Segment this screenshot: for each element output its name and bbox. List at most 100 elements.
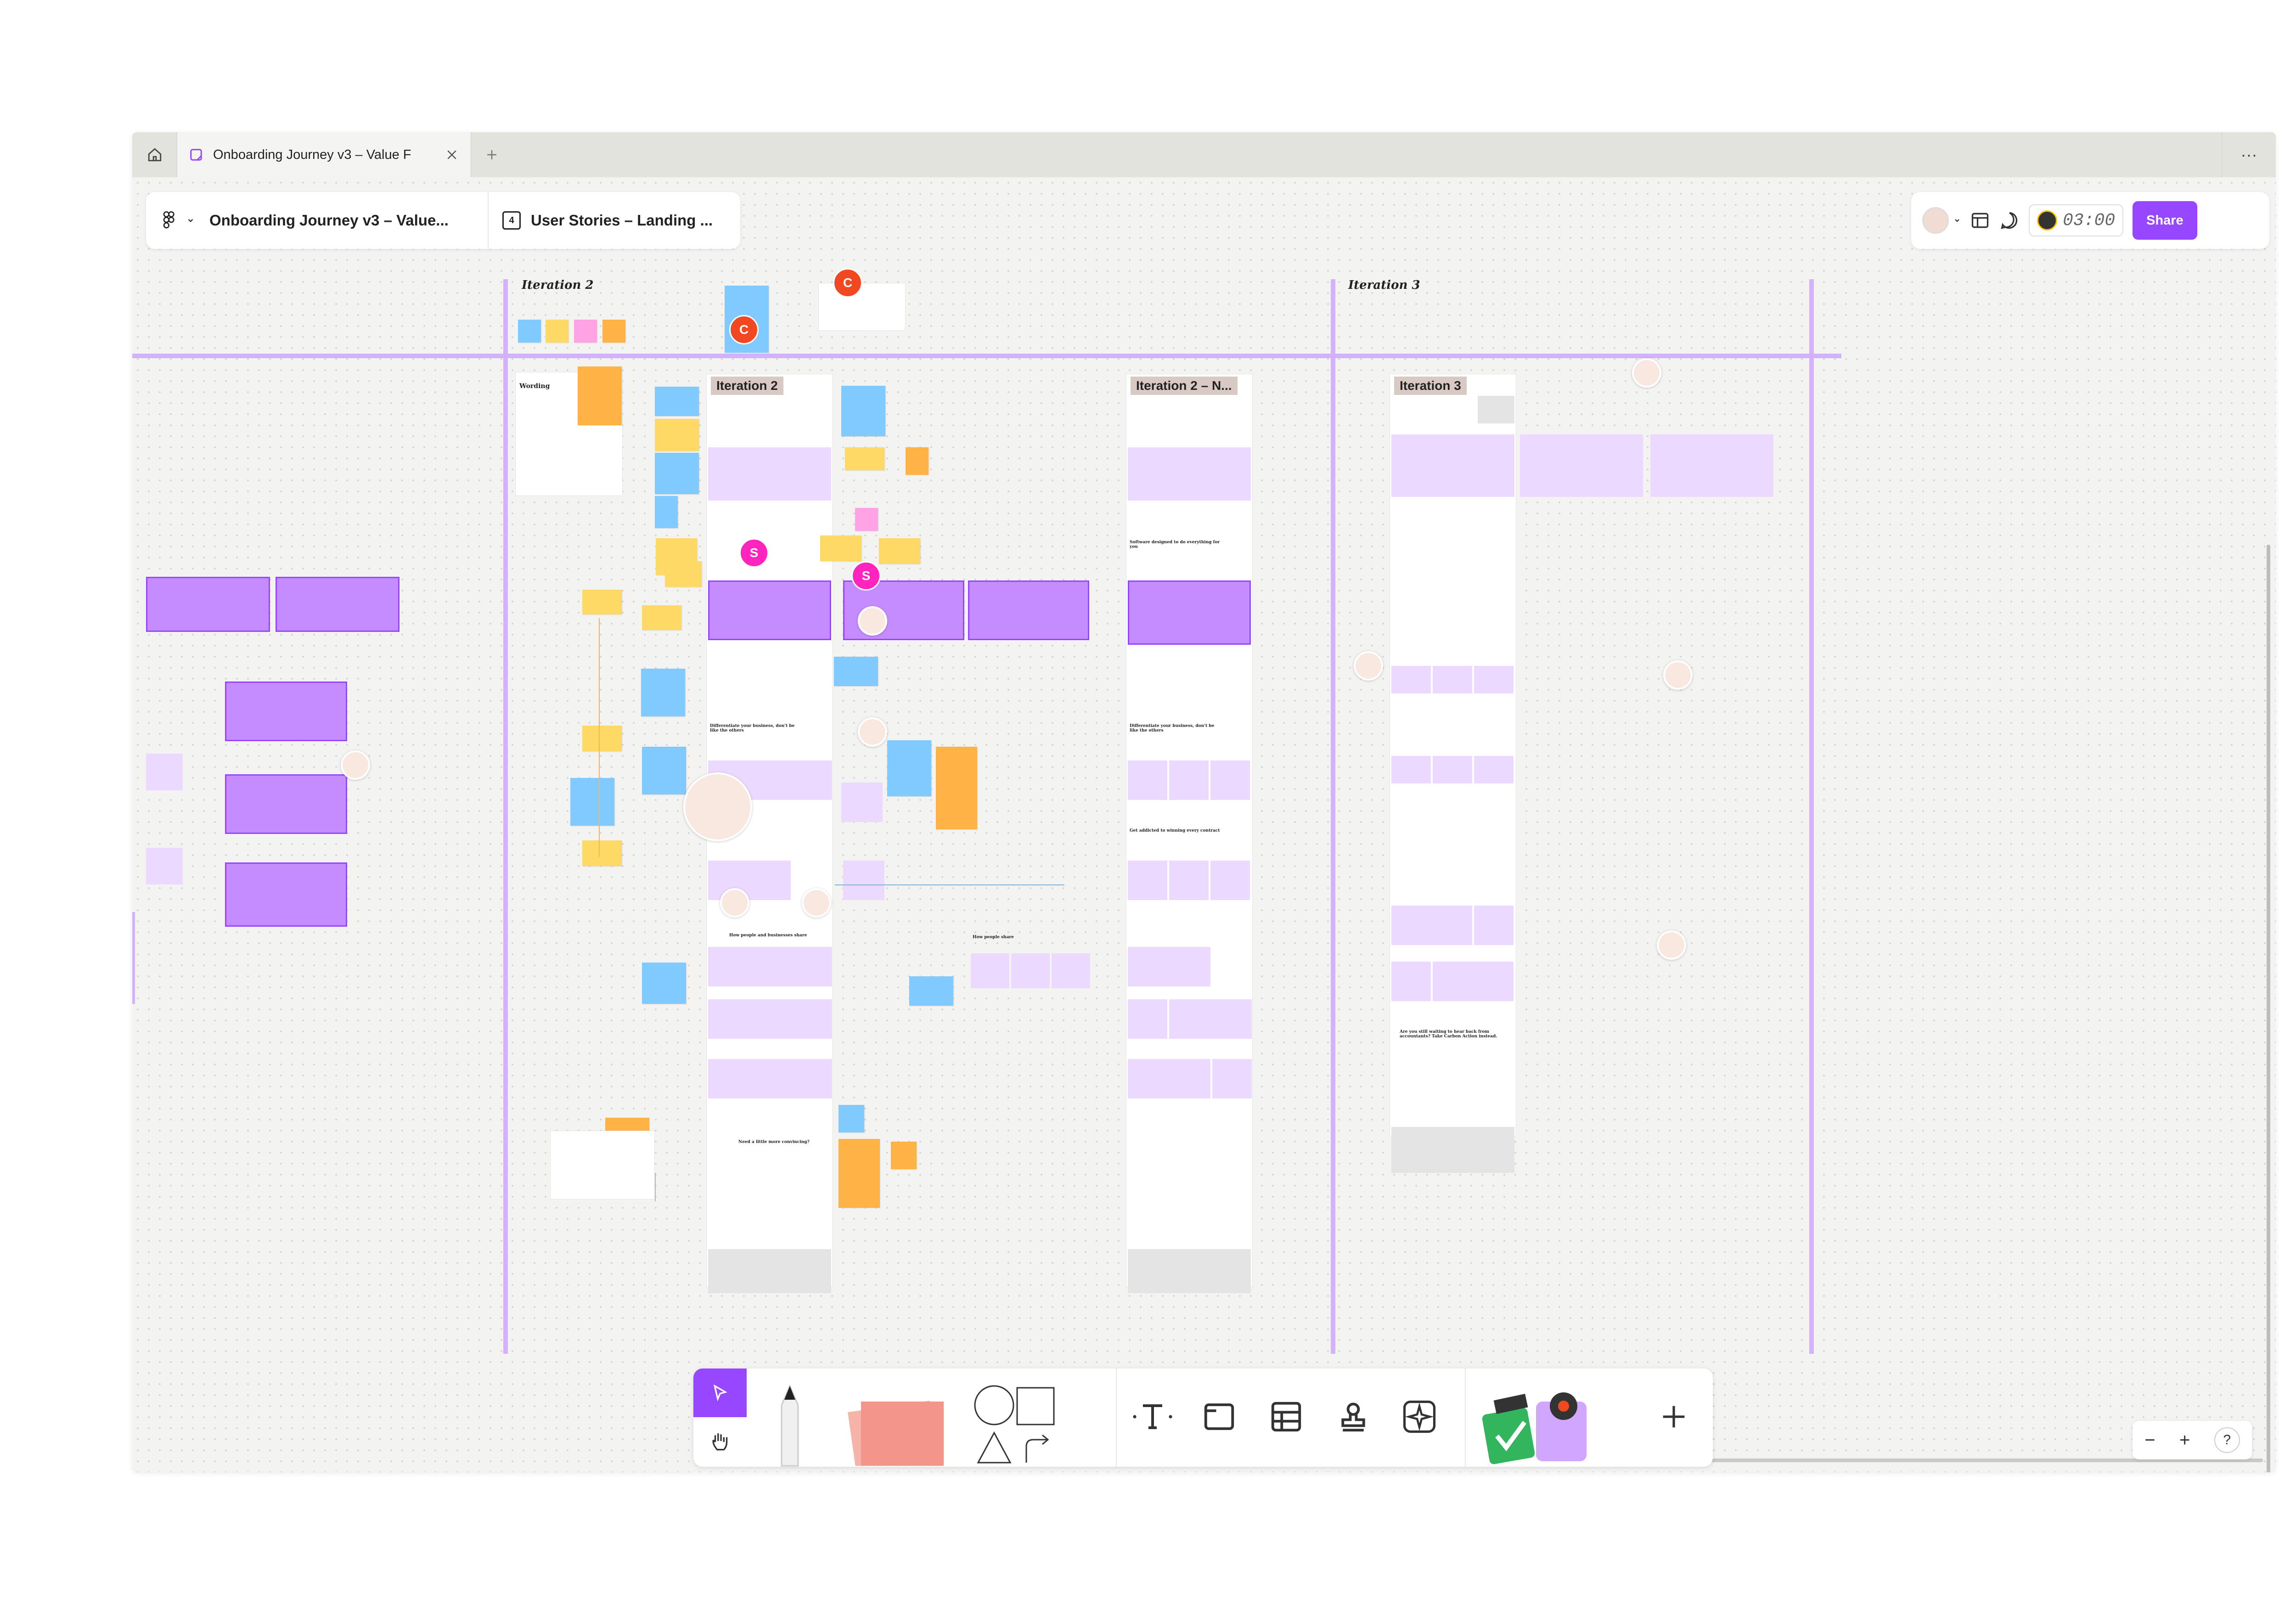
zoom-in-button[interactable]: + (2179, 1430, 2190, 1451)
sticky-note[interactable] (906, 447, 929, 475)
sticky-note[interactable] (879, 538, 920, 564)
collaborator-avatar[interactable] (858, 606, 887, 636)
collaborator-avatar-large[interactable] (683, 772, 752, 841)
tab-title: Onboarding Journey v3 – Value F (213, 147, 411, 162)
sticky-note[interactable] (887, 740, 931, 796)
cursor-badge-s[interactable]: S (739, 538, 769, 568)
sticky-note[interactable] (602, 320, 625, 343)
feature-block[interactable] (708, 580, 831, 640)
collaborator-avatar[interactable] (1657, 930, 1686, 960)
sticky-note[interactable] (642, 747, 686, 794)
sticky-note[interactable] (891, 1142, 917, 1169)
wireframe-block[interactable] (146, 848, 183, 884)
card-placeholder (841, 783, 883, 822)
collaborator-avatar[interactable] (1663, 660, 1693, 690)
sticky-note[interactable] (838, 1105, 864, 1132)
main-menu-button[interactable] (146, 192, 203, 249)
sticky-note[interactable] (574, 320, 597, 343)
new-tab-button[interactable] (471, 132, 512, 177)
select-tool[interactable] (693, 1368, 747, 1417)
section-label-iteration-3: Iteration 3 (1348, 278, 1420, 292)
sticky-note[interactable] (834, 657, 878, 686)
sticky-note[interactable] (655, 453, 699, 494)
text-tool[interactable] (1125, 1391, 1180, 1442)
ai-tool[interactable] (1394, 1391, 1445, 1442)
user-avatar-menu[interactable] (1922, 207, 1961, 234)
sticky-note[interactable] (665, 561, 702, 587)
wireframe-block[interactable] (225, 774, 347, 834)
cursor-badge-c[interactable]: C (729, 315, 759, 344)
table-tool[interactable] (1261, 1391, 1311, 1442)
sticky-note[interactable] (936, 747, 977, 829)
divider (1116, 1368, 1117, 1467)
more-menu-button[interactable]: ··· (2222, 132, 2276, 177)
note-card[interactable] (818, 283, 906, 331)
page-selector[interactable]: 4 User Stories – Landing ... (489, 192, 726, 249)
tab-onboarding-journey[interactable]: Onboarding Journey v3 – Value F (177, 132, 471, 177)
card-placeholder (1433, 962, 1514, 1001)
tab-bar: Onboarding Journey v3 – Value F ··· (132, 132, 2276, 177)
sticky-note[interactable] (546, 320, 568, 343)
sticky-note[interactable] (582, 726, 622, 751)
sticky-note-tool[interactable] (831, 1387, 951, 1467)
shape-tool[interactable] (969, 1378, 1070, 1465)
home-button[interactable] (132, 132, 177, 177)
collaborator-avatar[interactable] (720, 888, 749, 918)
cursor-badge-c[interactable]: C (833, 268, 862, 298)
text-card[interactable] (550, 1131, 655, 1200)
cursor-badge-s[interactable]: S (851, 561, 881, 591)
card-placeholder (1474, 666, 1514, 693)
zoom-out-button[interactable]: − (2144, 1430, 2155, 1451)
timer-widget[interactable]: 03:00 (2029, 204, 2124, 237)
widgets-stickers-tool[interactable] (1474, 1378, 1603, 1467)
heading-addicted: Get addicted to winning every contract (1130, 828, 1220, 833)
sticky-note[interactable] (518, 320, 541, 343)
section-tool[interactable] (1194, 1391, 1244, 1442)
feature-block[interactable] (968, 580, 1089, 640)
card-placeholder (1169, 760, 1209, 800)
wireframe-block[interactable] (225, 862, 347, 927)
more-tools-button[interactable] (1649, 1391, 1699, 1442)
collaborator-avatar[interactable] (802, 888, 831, 918)
sticky-note[interactable] (582, 840, 622, 866)
chevron-down-icon (1955, 219, 1959, 222)
card-placeholder (1210, 760, 1250, 800)
marker-tool[interactable] (762, 1382, 817, 1467)
sticky-note[interactable] (655, 387, 699, 416)
sticky-note[interactable] (655, 496, 678, 528)
collaborator-avatar[interactable] (858, 717, 887, 747)
wireframe-block[interactable] (146, 754, 183, 790)
whiteboard-canvas[interactable]: Onboarding Journey v3 – Value... 4 User … (132, 177, 2276, 1472)
layout-icon[interactable] (1970, 210, 1990, 231)
sticky-note[interactable] (841, 386, 885, 436)
sticky-note[interactable] (845, 447, 884, 470)
sticky-note[interactable] (820, 535, 861, 561)
sticky-note[interactable] (578, 366, 622, 425)
sticky-note[interactable] (641, 669, 685, 716)
wireframe-block[interactable] (276, 577, 400, 632)
close-icon[interactable] (445, 148, 459, 162)
sticky-note[interactable] (582, 590, 622, 614)
collaborator-avatar[interactable] (1632, 358, 1661, 388)
comment-icon[interactable] (1999, 210, 2020, 231)
sticky-note[interactable] (838, 1139, 880, 1208)
stamp-tool[interactable] (1328, 1391, 1379, 1442)
share-button[interactable]: Share (2133, 201, 2197, 240)
sticky-note[interactable] (642, 605, 681, 630)
sticky-note[interactable] (855, 508, 878, 531)
sticky-note[interactable] (642, 963, 686, 1004)
hand-tool[interactable] (693, 1417, 747, 1467)
help-button[interactable]: ? (2214, 1427, 2240, 1453)
card-placeholder (1433, 666, 1472, 693)
card-placeholder (971, 953, 1009, 988)
sticky-note[interactable] (655, 419, 699, 451)
collaborator-avatar[interactable] (341, 750, 370, 780)
wireframe-block[interactable] (146, 577, 270, 632)
sticky-note[interactable] (909, 976, 953, 1006)
vertical-scrollbar[interactable] (2267, 545, 2270, 1472)
sticky-note[interactable] (570, 778, 614, 826)
wireframe-block[interactable] (225, 681, 347, 741)
feature-block[interactable] (1128, 580, 1251, 645)
collaborator-avatar[interactable] (1354, 651, 1383, 681)
file-name[interactable]: Onboarding Journey v3 – Value... (203, 192, 488, 249)
